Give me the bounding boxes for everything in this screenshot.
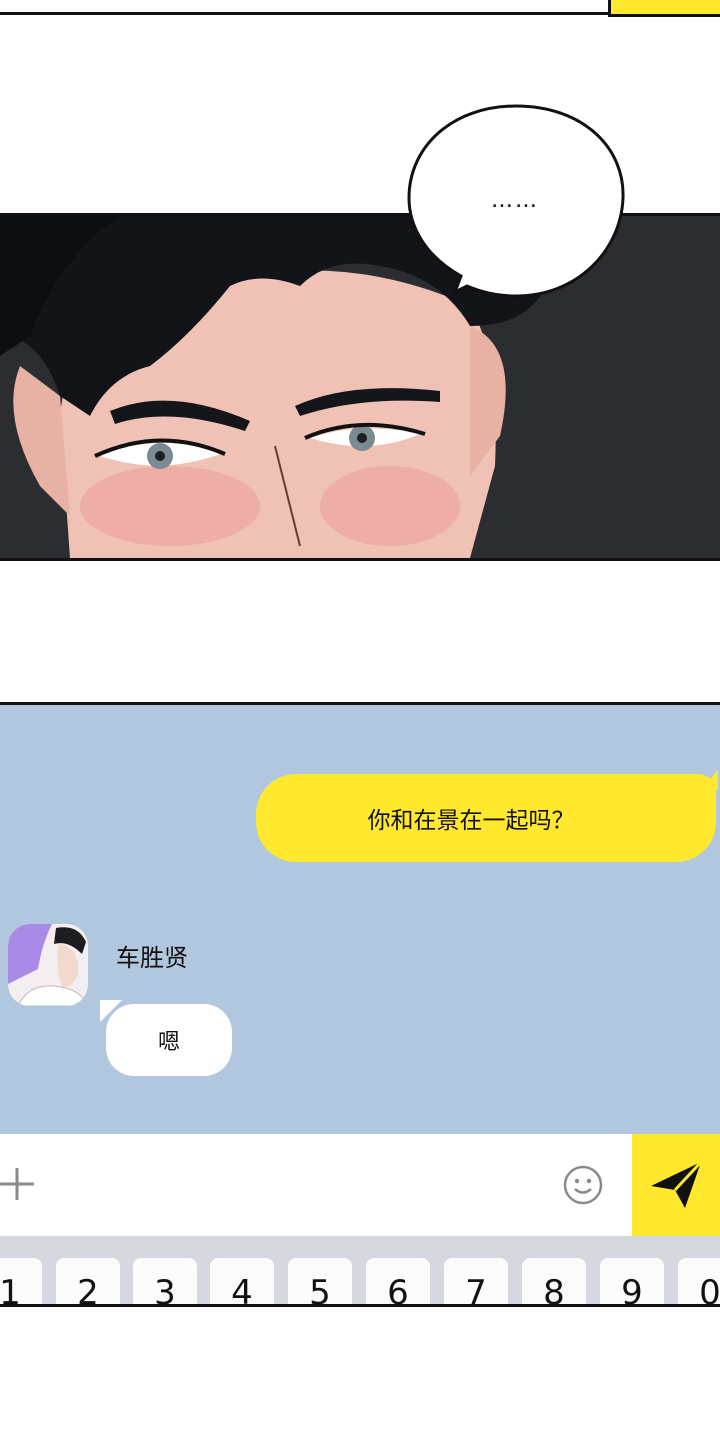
key-0[interactable]: 0 [678,1258,720,1304]
send-button[interactable] [632,1134,720,1236]
sender-name: 车胜贤 [116,944,188,972]
plus-icon[interactable] [0,1162,36,1204]
reply-message-bubble: 嗯 [106,1004,232,1076]
key-3[interactable]: 3 [133,1258,197,1304]
my-message-bubble: 你和在景在一起吗？ [256,774,716,862]
key-2[interactable]: 2 [56,1258,120,1304]
key-9[interactable]: 9 [600,1258,664,1304]
avatar[interactable] [8,924,88,1006]
key-5[interactable]: 5 [288,1258,352,1304]
my-message-text: 你和在景在一起吗？ [367,808,575,834]
chat-panel [0,702,720,1137]
key-7[interactable]: 7 [444,1258,508,1304]
panel-border-top [0,12,608,15]
reply-message-text: 嗯 [157,1030,180,1055]
key-8[interactable]: 8 [522,1258,586,1304]
send-icon [651,1160,703,1208]
key-6[interactable]: 6 [366,1258,430,1304]
key-4[interactable]: 4 [210,1258,274,1304]
number-keyboard: 1 2 3 4 5 6 7 8 9 0 [0,1236,720,1307]
key-1[interactable]: 1 [0,1258,42,1304]
message-input-bar[interactable] [0,1134,720,1236]
smile-icon[interactable] [562,1164,604,1206]
balloon-text: …… [491,188,539,213]
yellow-panel-corner [608,0,720,17]
